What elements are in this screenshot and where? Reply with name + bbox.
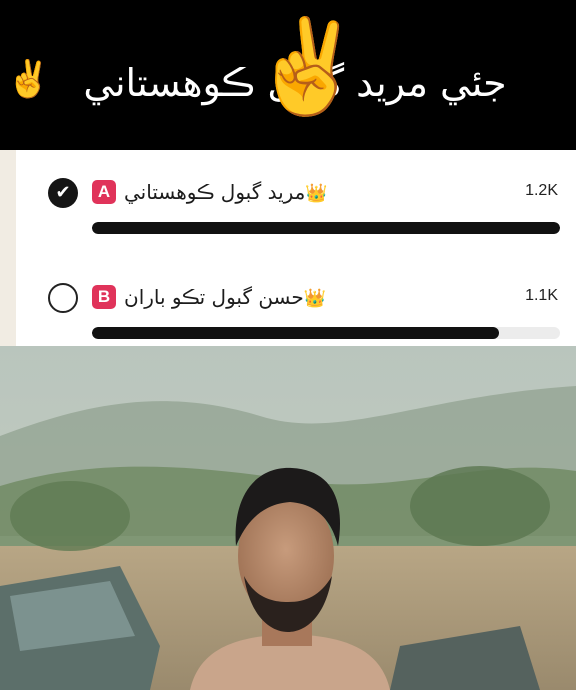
photo-illustration bbox=[0, 346, 576, 690]
progress-bar bbox=[92, 327, 560, 339]
progress-bar bbox=[92, 222, 560, 234]
crown-icon: 👑 bbox=[303, 288, 327, 309]
poll-option-a[interactable]: ✔ A 👑مريد گبول ڪوهستاني 1.2K bbox=[32, 170, 560, 250]
victory-hand-icon: ✌️ bbox=[6, 59, 51, 100]
radio-unchecked-icon[interactable] bbox=[48, 283, 78, 313]
victory-hand-large-icon: ✌️ bbox=[250, 13, 365, 120]
crown-icon: 👑 bbox=[305, 183, 328, 204]
vote-count: 1.1K bbox=[525, 287, 558, 304]
option-label-text: مريد گبول ڪوهستاني bbox=[124, 180, 306, 204]
check-icon[interactable]: ✔ bbox=[48, 178, 78, 208]
poll-option-b[interactable]: B 👑حسن گبول تڪو باران 1.1K bbox=[32, 275, 560, 355]
poll-card: ✔ A 👑مريد گبول ڪوهستاني 1.2K B 👑حسن گبول… bbox=[16, 150, 576, 346]
option-label-text: حسن گبول تڪو باران bbox=[124, 285, 304, 309]
progress-fill bbox=[92, 222, 560, 234]
vote-count: 1.2K bbox=[525, 182, 558, 199]
progress-fill bbox=[92, 327, 500, 339]
header-banner: ✌️ جئي مريد گبول ڪوهستاني ✌️ bbox=[0, 0, 576, 150]
option-letter-badge: A bbox=[92, 180, 116, 204]
profile-photo bbox=[0, 346, 576, 690]
option-label: 👑مريد گبول ڪوهستاني bbox=[124, 176, 328, 210]
option-letter-badge: B bbox=[92, 285, 116, 309]
option-label: 👑حسن گبول تڪو باران bbox=[124, 281, 326, 315]
poll-left-edge bbox=[0, 150, 16, 346]
